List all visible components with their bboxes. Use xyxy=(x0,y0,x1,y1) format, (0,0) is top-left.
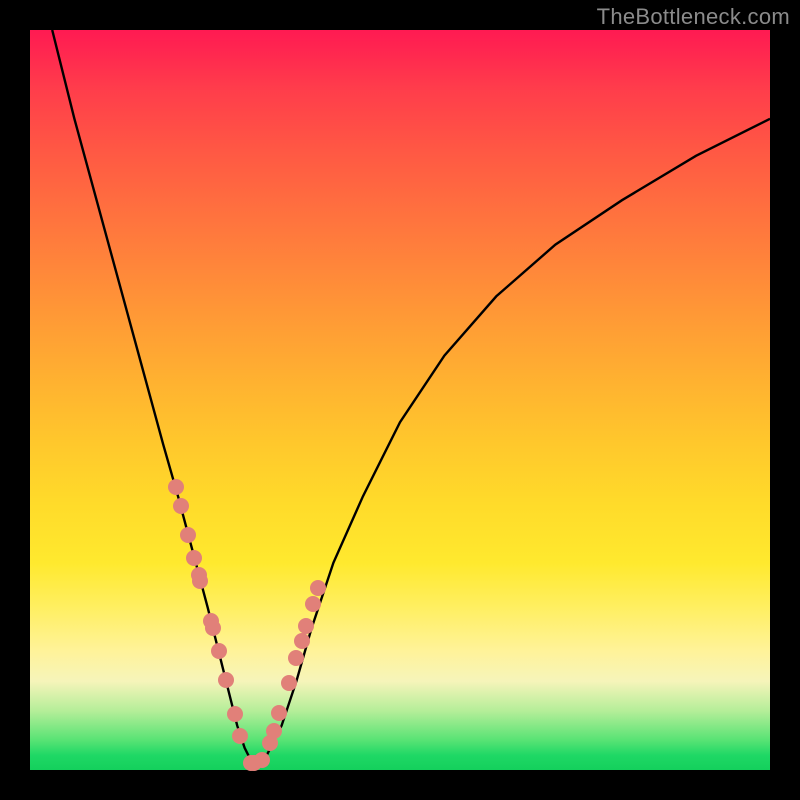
highlight-marker xyxy=(294,633,310,649)
bottleneck-curve xyxy=(52,30,770,763)
highlight-marker xyxy=(218,672,234,688)
highlight-marker xyxy=(192,573,208,589)
highlight-marker xyxy=(211,643,227,659)
highlight-marker xyxy=(227,706,243,722)
highlight-marker xyxy=(173,498,189,514)
highlight-marker xyxy=(168,479,184,495)
highlight-marker xyxy=(254,752,270,768)
highlight-marker xyxy=(186,550,202,566)
highlight-marker xyxy=(266,723,282,739)
highlight-marker xyxy=(310,580,326,596)
curve-layer xyxy=(30,30,770,770)
watermark-text: TheBottleneck.com xyxy=(597,4,790,30)
chart-stage: TheBottleneck.com xyxy=(0,0,800,800)
highlight-marker xyxy=(232,728,248,744)
highlight-marker xyxy=(180,527,196,543)
plot-area xyxy=(30,30,770,770)
highlight-marker xyxy=(305,596,321,612)
highlight-marker xyxy=(205,620,221,636)
